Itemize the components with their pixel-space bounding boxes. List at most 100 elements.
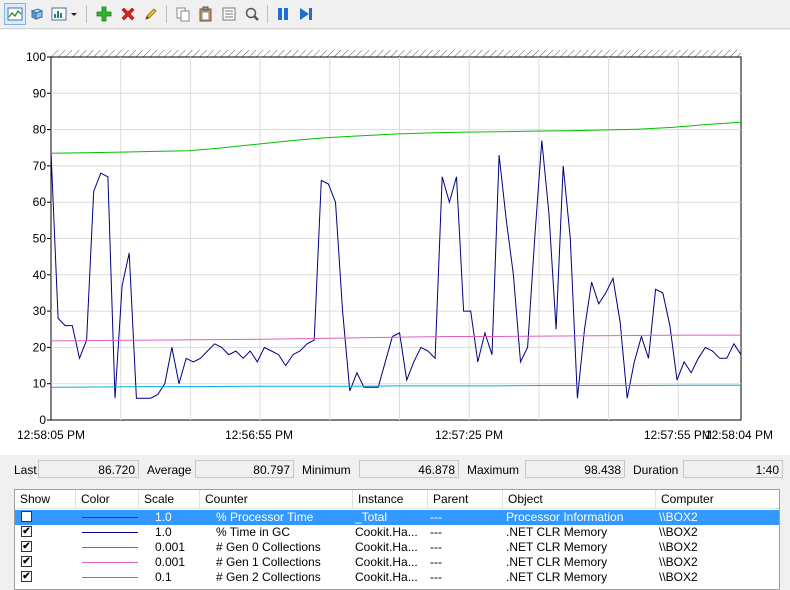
object-cell: .NET CLR Memory bbox=[506, 540, 608, 554]
properties-icon bbox=[222, 7, 236, 21]
counter-cell: % Time in GC bbox=[216, 525, 291, 539]
counter-line-chart: 0 10 20 30 40 50 60 70 80 90 100 12:58:05 PM 12:56:5… bbox=[17, 50, 773, 442]
object-cell: .NET CLR Memory bbox=[506, 555, 608, 569]
maximum-value: 98.438 bbox=[525, 460, 625, 478]
add-counter-button[interactable] bbox=[93, 3, 115, 25]
red-x-icon bbox=[121, 7, 135, 21]
cube-icon bbox=[30, 8, 44, 20]
pause-icon bbox=[278, 8, 288, 20]
column-header-instance[interactable]: Instance bbox=[353, 490, 428, 508]
delete-counter-button[interactable] bbox=[117, 3, 139, 25]
y-tick-label: 100 bbox=[26, 50, 46, 64]
table-row[interactable]: ✔ 0.1 # Gen 2 Collections Cookit.Ha... --- .N… bbox=[15, 570, 779, 585]
show-checkbox[interactable]: ✔ bbox=[21, 541, 32, 552]
toolbar bbox=[0, 0, 790, 29]
counter-cell: # Gen 0 Collections bbox=[216, 540, 321, 554]
performance-graph[interactable]: 0 10 20 30 40 50 60 70 80 90 100 12:58:05 PM 12:56:5… bbox=[0, 30, 790, 455]
last-value: 86.720 bbox=[38, 460, 139, 478]
table-row[interactable]: ✔ 0.001 # Gen 0 Collections Cookit.Ha... ---… bbox=[15, 540, 779, 555]
duration-label: Duration bbox=[633, 463, 679, 477]
column-header-object[interactable]: Object bbox=[503, 490, 656, 508]
scale-cell: 1.0 bbox=[155, 525, 172, 539]
x-tick-label: 12:57:55 PM bbox=[644, 428, 712, 442]
properties-button[interactable] bbox=[218, 3, 240, 25]
instance-cell: Cookit.Ha... bbox=[355, 570, 418, 584]
minimum-label: Minimum bbox=[302, 463, 351, 477]
parent-cell: --- bbox=[430, 570, 442, 584]
instance-cell: Cookit.Ha... bbox=[355, 540, 418, 554]
y-tick-label: 0 bbox=[39, 413, 46, 427]
instance-cell: _Total bbox=[355, 510, 388, 524]
x-tick-label: 12:56:55 PM bbox=[225, 428, 293, 442]
maximum-label: Maximum bbox=[467, 463, 520, 477]
zoom-button[interactable] bbox=[241, 3, 263, 25]
y-tick-label: 20 bbox=[33, 340, 47, 354]
column-header-scale[interactable]: Scale bbox=[139, 490, 200, 508]
copy-icon bbox=[176, 7, 190, 22]
y-tick-label: 90 bbox=[33, 86, 47, 100]
freeze-display-button[interactable] bbox=[26, 3, 48, 25]
paste-counter-list-button[interactable] bbox=[195, 3, 217, 25]
show-checkbox[interactable] bbox=[21, 511, 32, 522]
y-tick-label: 40 bbox=[33, 268, 47, 282]
x-tick-label: 12:57:25 PM bbox=[435, 428, 503, 442]
toolbar-separator bbox=[86, 5, 87, 23]
counter-cell: % Processor Time bbox=[216, 510, 314, 524]
plus-icon bbox=[96, 6, 112, 22]
column-header-color[interactable]: Color bbox=[76, 490, 139, 508]
show-checkbox[interactable]: ✔ bbox=[21, 556, 32, 567]
column-header-counter[interactable]: Counter bbox=[200, 490, 353, 508]
column-header-parent[interactable]: Parent bbox=[428, 490, 503, 508]
duration-value: 1:40 bbox=[683, 460, 783, 478]
counter-cell: # Gen 2 Collections bbox=[216, 570, 321, 584]
color-swatch bbox=[82, 562, 138, 563]
parent-cell: --- bbox=[430, 510, 442, 524]
color-swatch bbox=[82, 517, 138, 518]
toolbar-separator bbox=[166, 5, 167, 23]
x-tick-label: 12:58:04 PM bbox=[705, 428, 773, 442]
table-row[interactable]: ✔ 1.0 % Time in GC Cookit.Ha... --- .NET CLR … bbox=[15, 525, 779, 540]
column-header-show[interactable]: Show bbox=[15, 490, 76, 508]
y-tick-label: 30 bbox=[33, 304, 47, 318]
last-label: Last bbox=[14, 463, 37, 477]
object-cell: Processor Information bbox=[506, 510, 624, 524]
line-graph-icon bbox=[7, 7, 23, 21]
scale-cell: 0.1 bbox=[155, 570, 172, 584]
counter-legend-table[interactable]: Show Color Scale Counter Instance Parent… bbox=[14, 489, 780, 590]
copy-properties-button[interactable] bbox=[172, 3, 194, 25]
legend-header: Show Color Scale Counter Instance Parent… bbox=[15, 490, 779, 509]
average-label: Average bbox=[147, 463, 192, 477]
y-tick-label: 50 bbox=[33, 232, 47, 246]
magnifier-icon bbox=[245, 7, 259, 21]
y-tick-label: 70 bbox=[33, 159, 47, 173]
scale-cell: 0.001 bbox=[155, 555, 186, 569]
instance-cell: Cookit.Ha... bbox=[355, 555, 418, 569]
parent-cell: --- bbox=[430, 525, 442, 539]
computer-cell: \\BOX2 bbox=[659, 510, 698, 524]
x-tick-label: 12:58:05 PM bbox=[17, 428, 85, 442]
highlight-button[interactable] bbox=[140, 3, 162, 25]
table-row[interactable]: ✔ 0.001 # Gen 1 Collections Cookit.Ha... ---… bbox=[15, 555, 779, 570]
pencil-icon bbox=[145, 8, 157, 20]
object-cell: .NET CLR Memory bbox=[506, 525, 608, 539]
y-tick-label: 10 bbox=[33, 377, 47, 391]
show-checkbox[interactable]: ✔ bbox=[21, 571, 32, 582]
graph-options-dropdown-button[interactable] bbox=[50, 3, 80, 25]
object-cell: .NET CLR Memory bbox=[506, 570, 608, 584]
paste-icon bbox=[199, 6, 212, 22]
toolbar-separator bbox=[267, 5, 268, 23]
change-graph-type-button[interactable] bbox=[4, 3, 26, 25]
parent-cell: --- bbox=[430, 555, 442, 569]
y-tick-label: 60 bbox=[33, 195, 47, 209]
next-button[interactable] bbox=[295, 3, 317, 25]
show-checkbox[interactable]: ✔ bbox=[21, 526, 32, 537]
instance-cell: Cookit.Ha... bbox=[355, 525, 418, 539]
column-header-computer[interactable]: Computer bbox=[656, 490, 779, 508]
table-row[interactable]: 1.0 % Processor Time _Total --- Processor In… bbox=[15, 510, 779, 525]
statistics-bar: Last 86.720 Average 80.797 Minimum 46.87… bbox=[0, 458, 790, 482]
computer-cell: \\BOX2 bbox=[659, 525, 698, 539]
scale-cell: 1.0 bbox=[155, 510, 172, 524]
pause-button[interactable] bbox=[272, 3, 294, 25]
average-value: 80.797 bbox=[195, 460, 294, 478]
scale-overflow-band bbox=[51, 50, 741, 57]
